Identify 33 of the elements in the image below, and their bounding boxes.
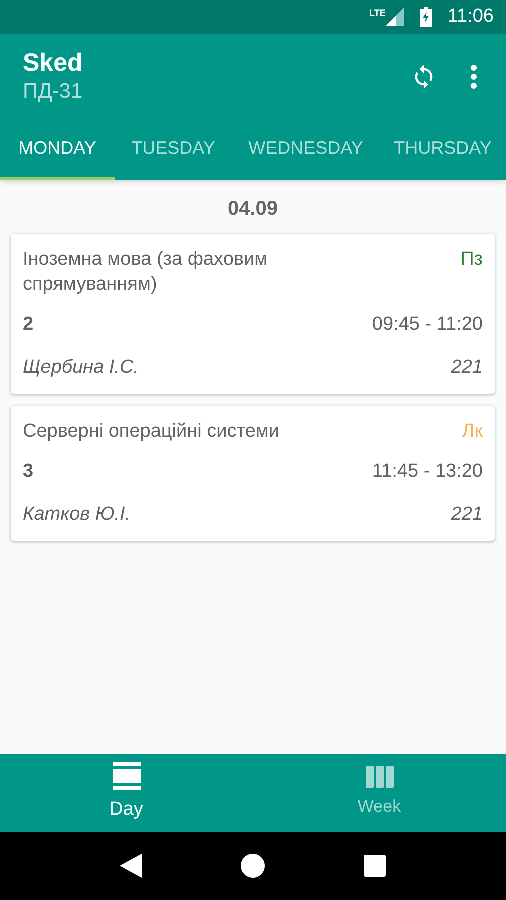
room-number: 221 <box>451 356 483 380</box>
recents-icon[interactable] <box>364 855 386 877</box>
day-tab[interactable]: THURSDAY <box>380 120 506 180</box>
columns-icon <box>366 766 394 788</box>
lesson-type: Лк <box>462 420 483 444</box>
bottom-nav-item[interactable]: Day <box>0 754 253 832</box>
day-tab[interactable]: WEDNESDAY <box>232 120 380 180</box>
lesson-type: Пз <box>460 248 483 272</box>
teacher-name: Щербина І.С. <box>23 356 139 380</box>
lesson-time: 11:45 - 13:20 <box>372 460 483 484</box>
lesson-time: 09:45 - 11:20 <box>372 313 483 337</box>
day-tab[interactable]: TUESDAY <box>115 120 232 180</box>
lesson-card[interactable]: Серверні операційні системи Лк 3 11:45 - 13:20 Катков Ю.І. 221 <box>11 406 495 541</box>
subject-name: Серверні операційні системи <box>23 420 280 444</box>
lesson-number: 2 <box>23 313 34 337</box>
app-title: Sked <box>23 48 84 78</box>
back-icon[interactable] <box>120 854 142 878</box>
rows-icon <box>112 762 140 790</box>
subject-name: Іноземна мова (за фаховим спрямуванням) <box>23 248 269 297</box>
clock-time: 11:06 <box>448 4 494 29</box>
more-options-icon <box>470 64 478 90</box>
room-number: 221 <box>451 502 483 526</box>
network-label: LTE <box>370 7 386 20</box>
lesson-card[interactable]: Іноземна мова (за фаховим спрямуванням) Пз 2 09:45 - 11:20 Щербина І.С. 221 <box>11 234 495 394</box>
date-heading: 04.09 <box>226 197 280 221</box>
group-subtitle: ПД-31 <box>23 79 84 105</box>
bottom-nav-item[interactable]: Week <box>253 754 506 832</box>
battery-icon <box>420 7 432 27</box>
day-tab[interactable]: MONDAY <box>0 120 115 180</box>
teacher-name: Катков Ю.І. <box>23 502 131 526</box>
lesson-number: 3 <box>23 460 34 484</box>
home-icon[interactable] <box>240 854 265 878</box>
signal-icon <box>386 8 404 26</box>
